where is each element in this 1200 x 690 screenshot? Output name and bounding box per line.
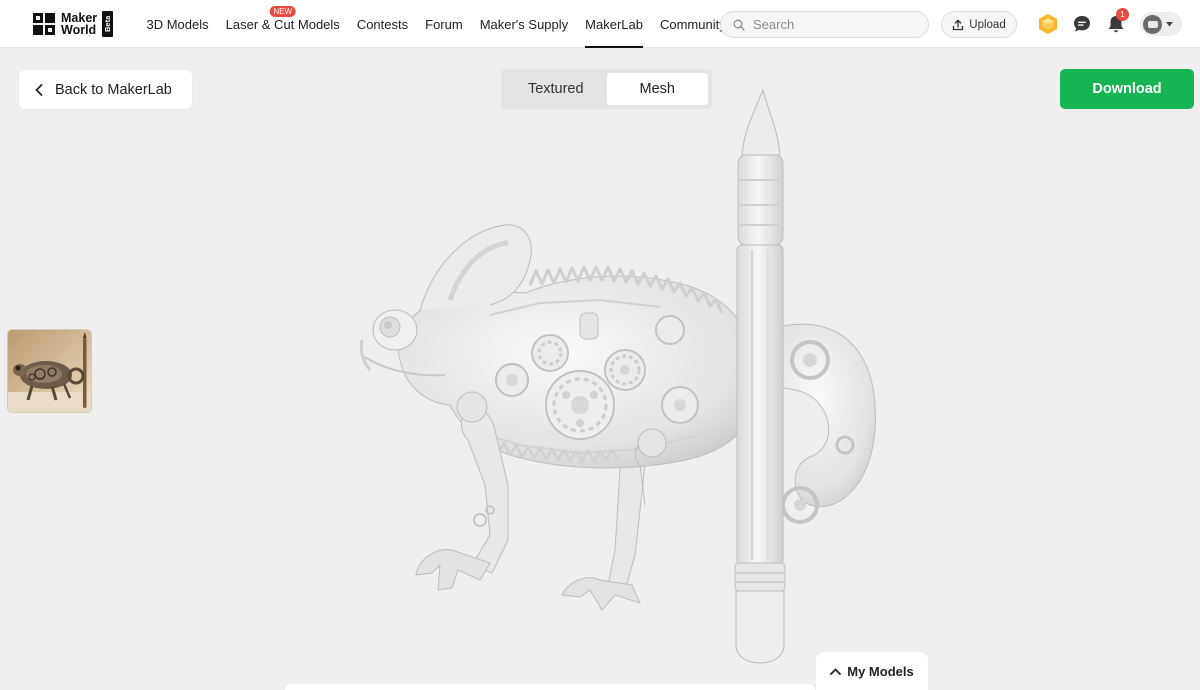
logo-line-2: World (61, 23, 97, 37)
textured-preview-thumbnail[interactable] (7, 329, 92, 413)
nav-item-forum[interactable]: Forum (417, 0, 472, 48)
nav-label: Laser & Cut Models (225, 16, 340, 32)
model-3d-viewport[interactable] (340, 85, 900, 670)
nav-item-makerlab[interactable]: MakerLab (577, 0, 652, 48)
message-bubble-icon (1074, 16, 1090, 32)
nav-item-laser-cut-models[interactable]: NEW Laser & Cut Models (217, 0, 348, 48)
download-button[interactable]: Download (1060, 69, 1194, 109)
hexagon-coin-icon (1039, 14, 1057, 34)
nav-label: Forum (425, 16, 463, 32)
upload-button[interactable]: Upload (941, 11, 1017, 38)
chat-icon[interactable] (1070, 12, 1094, 36)
beta-badge: Beta (102, 11, 114, 37)
nav-label: Community (659, 16, 726, 32)
logo-text: Maker World (61, 12, 97, 37)
new-badge: NEW (269, 6, 297, 17)
bottom-panel-edge (285, 684, 815, 690)
my-models-label: My Models (847, 663, 914, 679)
notification-count-badge: 1 (1116, 8, 1129, 21)
main-nav: 3D Models NEW Laser & Cut Models Contest… (138, 0, 734, 48)
nav-item-contests[interactable]: Contests (348, 0, 416, 48)
nav-item-3d-models[interactable]: 3D Models (138, 0, 217, 48)
nav-item-makers-supply[interactable]: Maker's Supply (471, 0, 576, 48)
back-to-makerlab-button[interactable]: Back to MakerLab (19, 70, 192, 109)
nav-label: 3D Models (146, 16, 209, 32)
nav-label: Maker's Supply (479, 16, 569, 32)
download-label: Download (1092, 81, 1162, 97)
logo-mark-icon (33, 13, 55, 35)
back-label: Back to MakerLab (55, 81, 172, 98)
user-menu[interactable] (1140, 12, 1182, 36)
search-input[interactable] (753, 17, 913, 32)
upload-label: Upload (969, 18, 1006, 31)
top-navbar: Maker World Beta 3D Models NEW Laser & C… (0, 0, 1200, 48)
notifications-button[interactable]: 1 (1104, 8, 1129, 36)
chevron-up-icon (830, 668, 842, 675)
points-icon[interactable] (1036, 12, 1060, 36)
avatar (1143, 14, 1162, 34)
search-icon (733, 19, 745, 31)
nav-label: Contests (356, 16, 409, 32)
nav-label: MakerLab (585, 16, 643, 32)
chevron-down-icon (1166, 21, 1173, 26)
gear-icon (545, 370, 615, 440)
chameleon-thumbnail-image (8, 330, 91, 412)
upload-icon (953, 19, 964, 30)
chameleon-pencil-mesh-model (359, 88, 876, 664)
search-box[interactable] (720, 11, 929, 38)
avatar-face (1147, 20, 1158, 28)
my-models-button[interactable]: My Models (816, 652, 928, 690)
chevron-left-icon (35, 83, 43, 96)
makerworld-logo[interactable]: Maker World Beta (32, 10, 114, 38)
